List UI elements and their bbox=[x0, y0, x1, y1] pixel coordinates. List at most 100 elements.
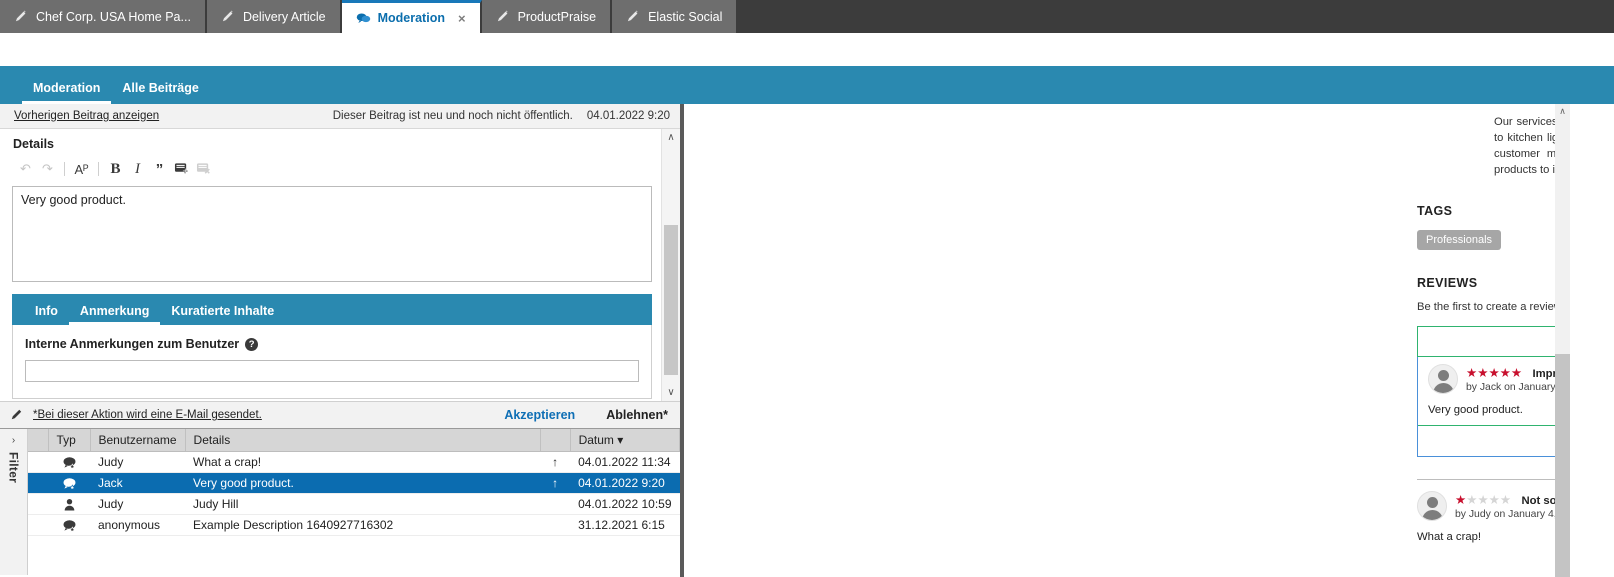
row-arrow-cell bbox=[540, 514, 570, 535]
tab-delivery-article[interactable]: Delivery Article bbox=[207, 0, 342, 33]
italic-icon[interactable]: I bbox=[128, 160, 147, 179]
avatar bbox=[1417, 491, 1447, 521]
nav-item-moderation[interactable]: Moderation bbox=[22, 81, 111, 104]
scroll-up-icon[interactable]: ∧ bbox=[1555, 104, 1570, 119]
details-vertical-scrollbar[interactable]: ∧ ∨ bbox=[661, 129, 680, 401]
email-notice-link[interactable]: *Bei dieser Aktion wird eine E-Mail gese… bbox=[33, 409, 262, 421]
toolbar-separator bbox=[98, 162, 99, 176]
review-body: Very good product. bbox=[1418, 394, 1568, 425]
undo-icon[interactable]: ↶ bbox=[16, 160, 35, 179]
table-row[interactable]: anonymous Example Description 1640927716… bbox=[28, 514, 680, 535]
row-username-cell: Judy bbox=[90, 451, 185, 472]
row-date-cell: 04.01.2022 10:59 bbox=[570, 493, 679, 514]
subtab-anmerkung[interactable]: Anmerkung bbox=[69, 304, 160, 325]
moderation-left-pane: Vorherigen Beitrag anzeigen Dieser Beitr… bbox=[0, 104, 684, 577]
tab-moderation[interactable]: Moderation × bbox=[342, 0, 482, 33]
filter-rail-label: Filter bbox=[7, 452, 21, 483]
close-icon[interactable]: × bbox=[458, 12, 466, 25]
row-type-cell bbox=[48, 493, 90, 514]
nav-item-alle-beitraege[interactable]: Alle Beiträge bbox=[111, 81, 209, 104]
preview-right-pane: Our services range from commercial kitch… bbox=[684, 104, 1614, 577]
internal-note-input[interactable] bbox=[25, 360, 639, 382]
review-icon bbox=[62, 456, 77, 469]
table-row[interactable]: Judy Judy Hill 04.01.2022 10:59 bbox=[28, 493, 680, 514]
review-header: ★★★★★ Not so good by Judy on January 4, … bbox=[1417, 491, 1568, 521]
sort-descending-icon[interactable]: ▾ bbox=[617, 433, 623, 447]
table-row[interactable]: Judy What a crap! ↑ 04.01.2022 11:34 bbox=[28, 451, 680, 472]
accept-button[interactable]: Akzeptieren bbox=[504, 408, 575, 422]
help-icon[interactable]: ? bbox=[245, 338, 258, 351]
row-date-cell: 04.01.2022 9:20 bbox=[570, 472, 679, 493]
row-select-cell[interactable] bbox=[28, 514, 48, 535]
insert-link-icon[interactable] bbox=[172, 160, 191, 179]
comment-icon bbox=[356, 11, 371, 26]
column-header-benutzername[interactable]: Benutzername bbox=[90, 429, 185, 451]
row-username-cell: Jack bbox=[90, 472, 185, 493]
redo-icon[interactable]: ↷ bbox=[38, 160, 57, 179]
tab-elastic-social[interactable]: Elastic Social bbox=[612, 0, 738, 33]
row-select-cell[interactable] bbox=[28, 451, 48, 472]
post-status-bar: Vorherigen Beitrag anzeigen Dieser Beitr… bbox=[0, 104, 680, 129]
details-subtabs: Info Anmerkung Kuratierte Inhalte bbox=[12, 294, 652, 325]
browser-tab-strip: Chef Corp. USA Home Pa... Delivery Artic… bbox=[0, 0, 1614, 33]
column-header-datum[interactable]: Datum ▾ bbox=[570, 429, 679, 451]
notice-already-reviewed: ℹ You have already created a review. bbox=[1417, 326, 1568, 357]
pencil-icon bbox=[496, 9, 511, 24]
reviews-subtext: Be the first to create a review bbox=[1417, 301, 1568, 313]
preview-content: Our services range from commercial kitch… bbox=[684, 104, 1568, 577]
tab-label: Elastic Social bbox=[648, 10, 722, 24]
subtab-kuratierte-inhalte[interactable]: Kuratierte Inhalte bbox=[160, 304, 285, 325]
posts-table-container: Typ Benutzername Details Datum ▾ bbox=[28, 429, 680, 575]
rating-stars: ★★★★★ bbox=[1466, 365, 1522, 380]
review-card-highlighted: ★★★★★ Impressive by Jack on January 4, 2… bbox=[1417, 357, 1568, 457]
reject-button[interactable]: Ablehnen* bbox=[606, 408, 668, 422]
tab-chef-corp-usa-home-page[interactable]: Chef Corp. USA Home Pa... bbox=[0, 0, 207, 33]
internal-note-label-row: Interne Anmerkungen zum Benutzer ? bbox=[25, 337, 639, 351]
subtab-info[interactable]: Info bbox=[24, 304, 69, 325]
preview-vertical-scrollbar[interactable]: ∧ bbox=[1555, 104, 1570, 577]
row-select-cell[interactable] bbox=[28, 472, 48, 493]
previous-post-link[interactable]: Vorherigen Beitrag anzeigen bbox=[14, 110, 159, 122]
column-header-select[interactable] bbox=[28, 429, 48, 451]
filter-rail[interactable]: › Filter bbox=[0, 429, 28, 575]
row-username-cell: Judy bbox=[90, 493, 185, 514]
details-content: Details ↶ ↷ Aᴾ B I ” bbox=[0, 129, 661, 401]
row-date-cell: 04.01.2022 11:34 bbox=[570, 451, 679, 472]
table-row[interactable]: Jack Very good product. ↑ 04.01.2022 9:2… bbox=[28, 472, 680, 493]
bold-icon[interactable]: B bbox=[106, 160, 125, 179]
reviews-divider bbox=[1417, 479, 1568, 480]
scroll-up-icon[interactable]: ∧ bbox=[662, 129, 680, 146]
internal-note-label: Interne Anmerkungen zum Benutzer bbox=[25, 337, 239, 351]
subtab-label: Info bbox=[35, 304, 58, 318]
column-header-blank bbox=[540, 429, 570, 451]
pencil-icon bbox=[626, 9, 641, 24]
scroll-down-icon[interactable]: ∨ bbox=[662, 384, 680, 401]
chevron-right-icon[interactable]: › bbox=[12, 435, 15, 446]
review-body: What a crap! bbox=[1417, 521, 1568, 552]
details-scroll-region: Details ↶ ↷ Aᴾ B I ” bbox=[0, 129, 680, 401]
row-details-cell: Example Description 1640927716302 bbox=[185, 514, 540, 535]
tab-label: ProductPraise bbox=[518, 10, 597, 24]
post-status-message: Dieser Beitrag ist neu und noch nicht öf… bbox=[333, 110, 573, 122]
column-header-datum-label: Datum bbox=[579, 433, 614, 447]
tab-productpraise[interactable]: ProductPraise bbox=[482, 0, 613, 33]
tags-heading: TAGS bbox=[1417, 204, 1568, 218]
window-gap bbox=[0, 33, 1614, 66]
row-type-cell bbox=[48, 451, 90, 472]
scrollbar-thumb[interactable] bbox=[664, 225, 678, 375]
row-select-cell[interactable] bbox=[28, 493, 48, 514]
app-navigation-bar: Moderation Alle Beiträge bbox=[0, 66, 1614, 104]
spellcheck-icon[interactable]: Aᴾ bbox=[72, 160, 91, 179]
table-header-row: Typ Benutzername Details Datum ▾ bbox=[28, 429, 680, 451]
rich-text-toolbar: ↶ ↷ Aᴾ B I ” bbox=[16, 157, 661, 181]
preview-right-margin bbox=[1570, 104, 1614, 577]
column-header-details[interactable]: Details bbox=[185, 429, 540, 451]
quote-icon[interactable]: ” bbox=[150, 160, 169, 179]
review-byline: by Jack on January 4, 2022 bbox=[1466, 382, 1568, 393]
column-header-typ[interactable]: Typ bbox=[48, 429, 90, 451]
details-text-editor[interactable]: Very good product. bbox=[12, 186, 652, 282]
tag-chip-professionals[interactable]: Professionals bbox=[1417, 230, 1501, 250]
scrollbar-thumb[interactable] bbox=[1555, 354, 1570, 577]
row-arrow-cell bbox=[540, 493, 570, 514]
review-icon bbox=[62, 477, 77, 490]
